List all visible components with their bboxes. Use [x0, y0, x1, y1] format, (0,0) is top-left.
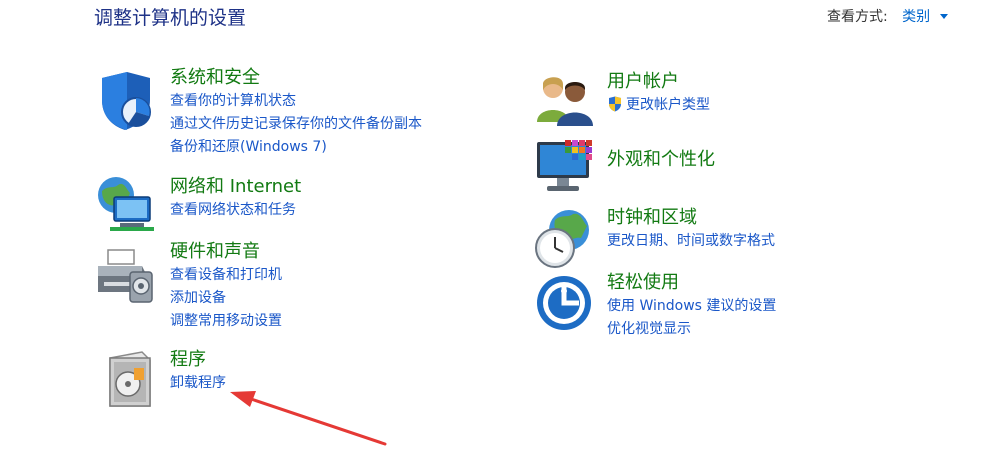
view-by-label: 查看方式:	[827, 9, 888, 25]
uac-shield-icon	[609, 96, 621, 112]
link-windows-recommended-settings[interactable]: 使用 Windows 建议的设置	[607, 295, 776, 318]
category-body: 网络和 Internet 查看网络状态和任务	[170, 175, 301, 222]
category-title-hardware[interactable]: 硬件和声音	[170, 240, 282, 264]
users-icon[interactable]	[533, 70, 595, 132]
clock-globe-icon[interactable]	[533, 208, 595, 270]
link-uninstall-program[interactable]: 卸载程序	[170, 372, 226, 395]
category-body: 程序 卸载程序	[170, 348, 226, 395]
link-change-date-time-format[interactable]: 更改日期、时间或数字格式	[607, 230, 775, 253]
network-icon[interactable]	[96, 175, 158, 237]
category-body: 用户帐户 更改帐户类型	[607, 70, 710, 117]
link-optimize-visual-display[interactable]: 优化视觉显示	[607, 318, 776, 341]
page-title: 调整计算机的设置	[94, 7, 247, 29]
link-view-computer-status[interactable]: 查看你的计算机状态	[170, 90, 422, 113]
category-body: 时钟和区域 更改日期、时间或数字格式	[607, 206, 775, 253]
control-panel-page: 调整计算机的设置 查看方式: 类别 系统和安全 查看你的计算机状态 通过文件历史…	[0, 0, 1007, 471]
link-change-account-type[interactable]: 更改帐户类型	[607, 94, 710, 117]
category-body: 系统和安全 查看你的计算机状态 通过文件历史记录保存你的文件备份副本 备份和还原…	[170, 66, 422, 159]
programs-icon[interactable]	[102, 350, 164, 412]
printer-icon[interactable]	[96, 244, 158, 306]
ease-of-access-icon[interactable]	[535, 273, 597, 335]
category-title-clock-region[interactable]: 时钟和区域	[607, 206, 775, 230]
category-title-system-security[interactable]: 系统和安全	[170, 66, 422, 90]
category-body: 硬件和声音 查看设备和打印机 添加设备 调整常用移动设置	[170, 240, 282, 333]
category-title-user-accounts[interactable]: 用户帐户	[607, 70, 710, 94]
link-change-account-type-label: 更改帐户类型	[626, 97, 710, 113]
link-network-status[interactable]: 查看网络状态和任务	[170, 199, 301, 222]
link-file-history-backup[interactable]: 通过文件历史记录保存你的文件备份副本	[170, 113, 422, 136]
link-add-device[interactable]: 添加设备	[170, 287, 282, 310]
view-by-selector: 查看方式: 类别	[827, 6, 948, 26]
link-mobility-settings[interactable]: 调整常用移动设置	[170, 310, 282, 333]
monitor-icon[interactable]	[535, 138, 597, 200]
shield-icon[interactable]	[96, 70, 158, 132]
category-body: 轻松使用 使用 Windows 建议的设置 优化视觉显示	[607, 271, 776, 341]
category-title-programs[interactable]: 程序	[170, 348, 226, 372]
category-title-appearance[interactable]: 外观和个性化	[607, 148, 715, 172]
view-by-dropdown[interactable]: 类别	[902, 9, 930, 25]
category-body: 外观和个性化	[607, 148, 715, 172]
link-devices-printers[interactable]: 查看设备和打印机	[170, 264, 282, 287]
category-title-network[interactable]: 网络和 Internet	[170, 175, 301, 199]
chevron-down-icon[interactable]	[939, 14, 948, 19]
link-backup-restore[interactable]: 备份和还原(Windows 7)	[170, 136, 422, 159]
category-title-ease-of-access[interactable]: 轻松使用	[607, 271, 776, 295]
